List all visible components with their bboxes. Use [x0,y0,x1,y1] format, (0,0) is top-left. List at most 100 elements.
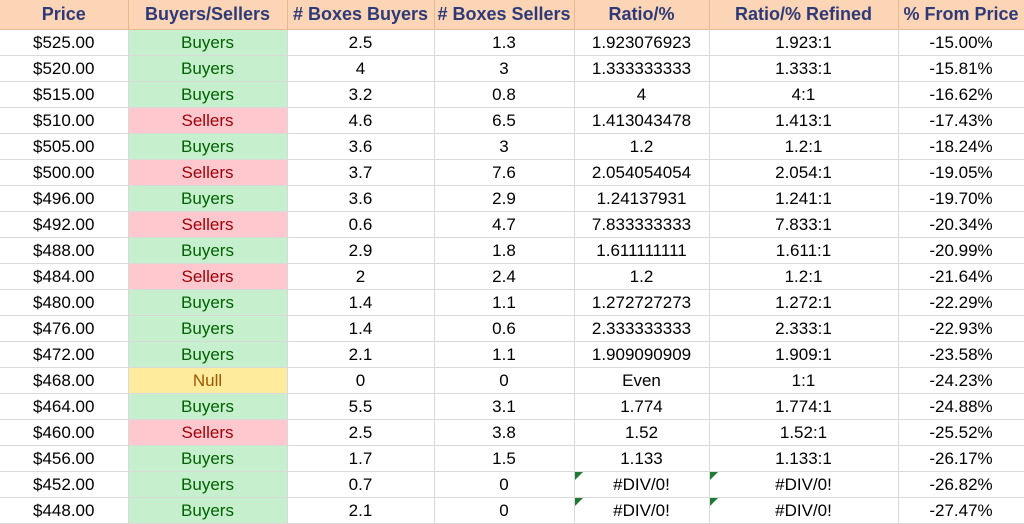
boxes-buyers-cell[interactable]: 3.7 [287,159,435,186]
header-boxes-sellers[interactable]: # Boxes Sellers [434,0,575,30]
ratio-refined-cell[interactable]: 1.272:1 [709,289,899,316]
side-cell[interactable]: Buyers [128,55,288,82]
price-cell[interactable]: $492.00 [0,211,129,238]
ratio-cell[interactable]: 4 [574,81,710,108]
ratio-cell[interactable]: 1.923076923 [574,29,710,56]
boxes-sellers-cell[interactable]: 1.8 [434,237,575,264]
ratio-refined-cell[interactable]: 7.833:1 [709,211,899,238]
pct-from-price-cell[interactable]: -15.00% [898,29,1024,56]
side-cell[interactable]: Sellers [128,263,288,290]
pct-from-price-cell[interactable]: -20.34% [898,211,1024,238]
ratio-refined-cell[interactable]: 1.774:1 [709,393,899,420]
ratio-refined-cell[interactable]: 2.333:1 [709,315,899,342]
ratio-cell[interactable]: #DIV/0! [574,497,710,524]
ratio-cell[interactable]: 1.24137931 [574,185,710,212]
error-indicator-icon[interactable] [574,472,583,480]
ratio-cell[interactable]: 1.909090909 [574,341,710,368]
boxes-sellers-cell[interactable]: 2.9 [434,185,575,212]
ratio-refined-cell[interactable]: 1.133:1 [709,445,899,472]
boxes-sellers-cell[interactable]: 6.5 [434,107,575,134]
price-cell[interactable]: $480.00 [0,289,129,316]
ratio-cell[interactable]: #DIV/0! [574,471,710,498]
side-cell[interactable]: Buyers [128,445,288,472]
boxes-sellers-cell[interactable]: 0.6 [434,315,575,342]
boxes-sellers-cell[interactable]: 1.1 [434,289,575,316]
side-cell[interactable]: Null [128,367,288,394]
boxes-buyers-cell[interactable]: 5.5 [287,393,435,420]
error-indicator-icon[interactable] [709,498,718,506]
boxes-sellers-cell[interactable]: 3 [434,55,575,82]
pct-from-price-cell[interactable]: -20.99% [898,237,1024,264]
boxes-sellers-cell[interactable]: 3.8 [434,419,575,446]
side-cell[interactable]: Buyers [128,315,288,342]
ratio-refined-cell[interactable]: 1.241:1 [709,185,899,212]
boxes-sellers-cell[interactable]: 3 [434,133,575,160]
boxes-sellers-cell[interactable]: 0 [434,497,575,524]
ratio-refined-cell[interactable]: 1.333:1 [709,55,899,82]
ratio-cell[interactable]: 1.413043478 [574,107,710,134]
ratio-cell[interactable]: 1.333333333 [574,55,710,82]
error-indicator-icon[interactable] [574,498,583,506]
price-cell[interactable]: $476.00 [0,315,129,342]
price-cell[interactable]: $472.00 [0,341,129,368]
ratio-cell[interactable]: 1.2 [574,133,710,160]
price-cell[interactable]: $448.00 [0,497,129,524]
price-cell[interactable]: $525.00 [0,29,129,56]
side-cell[interactable]: Buyers [128,133,288,160]
pct-from-price-cell[interactable]: -26.82% [898,471,1024,498]
pct-from-price-cell[interactable]: -26.17% [898,445,1024,472]
price-cell[interactable]: $456.00 [0,445,129,472]
pct-from-price-cell[interactable]: -22.93% [898,315,1024,342]
ratio-refined-cell[interactable]: 1.2:1 [709,133,899,160]
header-price[interactable]: Price [0,0,129,30]
boxes-buyers-cell[interactable]: 2.9 [287,237,435,264]
boxes-buyers-cell[interactable]: 2.1 [287,497,435,524]
boxes-buyers-cell[interactable]: 3.2 [287,81,435,108]
boxes-sellers-cell[interactable]: 4.7 [434,211,575,238]
ratio-cell[interactable]: 1.133 [574,445,710,472]
price-cell[interactable]: $500.00 [0,159,129,186]
side-cell[interactable]: Buyers [128,237,288,264]
side-cell[interactable]: Buyers [128,289,288,316]
pct-from-price-cell[interactable]: -18.24% [898,133,1024,160]
ratio-refined-cell[interactable]: #DIV/0! [709,497,899,524]
boxes-buyers-cell[interactable]: 0 [287,367,435,394]
pct-from-price-cell[interactable]: -22.29% [898,289,1024,316]
header-boxes-buyers[interactable]: # Boxes Buyers [287,0,435,30]
ratio-cell[interactable]: 1.774 [574,393,710,420]
side-cell[interactable]: Buyers [128,497,288,524]
ratio-cell[interactable]: 1.2 [574,263,710,290]
price-cell[interactable]: $510.00 [0,107,129,134]
pct-from-price-cell[interactable]: -21.64% [898,263,1024,290]
header-pct-from-price[interactable]: % From Price [898,0,1024,30]
ratio-cell[interactable]: 2.054054054 [574,159,710,186]
pct-from-price-cell[interactable]: -15.81% [898,55,1024,82]
ratio-cell[interactable]: 2.333333333 [574,315,710,342]
price-cell[interactable]: $484.00 [0,263,129,290]
price-cell[interactable]: $460.00 [0,419,129,446]
ratio-cell[interactable]: 1.52 [574,419,710,446]
boxes-buyers-cell[interactable]: 1.4 [287,315,435,342]
boxes-buyers-cell[interactable]: 1.4 [287,289,435,316]
ratio-refined-cell[interactable]: 1.923:1 [709,29,899,56]
ratio-cell[interactable]: 7.833333333 [574,211,710,238]
side-cell[interactable]: Sellers [128,419,288,446]
ratio-cell[interactable]: 1.611111111 [574,237,710,264]
side-cell[interactable]: Buyers [128,471,288,498]
header-buyers-sellers[interactable]: Buyers/Sellers [128,0,288,30]
price-cell[interactable]: $464.00 [0,393,129,420]
boxes-buyers-cell[interactable]: 1.7 [287,445,435,472]
ratio-refined-cell[interactable]: 1.909:1 [709,341,899,368]
boxes-sellers-cell[interactable]: 0 [434,471,575,498]
boxes-sellers-cell[interactable]: 2.4 [434,263,575,290]
price-cell[interactable]: $468.00 [0,367,129,394]
boxes-sellers-cell[interactable]: 0 [434,367,575,394]
boxes-sellers-cell[interactable]: 7.6 [434,159,575,186]
boxes-buyers-cell[interactable]: 2 [287,263,435,290]
side-cell[interactable]: Sellers [128,211,288,238]
ratio-refined-cell[interactable]: 1:1 [709,367,899,394]
price-cell[interactable]: $496.00 [0,185,129,212]
price-cell[interactable]: $520.00 [0,55,129,82]
pct-from-price-cell[interactable]: -23.58% [898,341,1024,368]
ratio-refined-cell[interactable]: 1.2:1 [709,263,899,290]
